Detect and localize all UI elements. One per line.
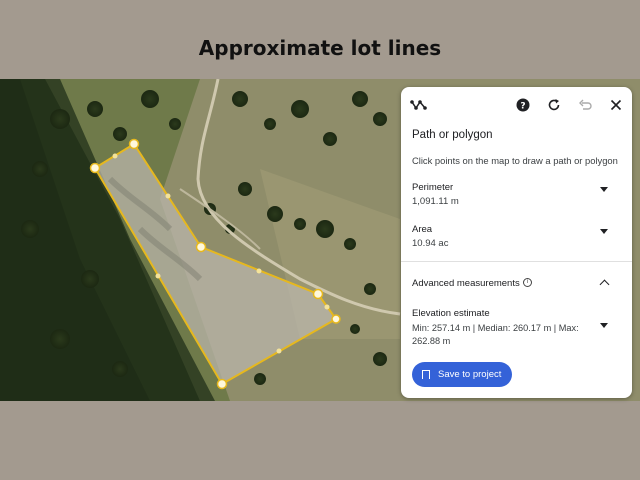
advanced-measurements-label: Advanced measurements: [412, 278, 520, 289]
perimeter-row[interactable]: Perimeter 1,091.11 m: [401, 182, 632, 212]
perimeter-value: 1,091.11 m: [412, 196, 459, 207]
path-draw-icon[interactable]: [410, 96, 428, 114]
panel-hint: Click points on the map to draw a path o…: [412, 155, 618, 166]
area-row[interactable]: Area 10.94 ac: [401, 224, 632, 254]
advanced-measurements-toggle[interactable]: Advanced measurements i: [401, 267, 632, 297]
measurement-panel: ? Path or polygon Click points on the ma…: [401, 87, 632, 398]
panel-toolbar: ?: [401, 87, 632, 123]
area-label: Area: [412, 224, 433, 235]
perimeter-dropdown-icon[interactable]: [600, 187, 608, 192]
svg-text:?: ?: [520, 102, 525, 112]
close-icon[interactable]: [607, 96, 625, 114]
chevron-up-icon[interactable]: [599, 279, 610, 290]
save-to-project-label: Save to project: [438, 369, 502, 380]
undo-icon[interactable]: [576, 96, 594, 114]
elevation-value: Min: 257.14 m | Median: 260.17 m | Max: …: [412, 323, 579, 346]
divider: [401, 261, 632, 262]
save-to-project-button[interactable]: Save to project: [412, 362, 512, 387]
area-dropdown-icon[interactable]: [600, 229, 608, 234]
elevation-row[interactable]: Elevation estimate Min: 257.14 m | Media…: [401, 305, 632, 351]
elevation-label: Elevation estimate: [412, 308, 490, 319]
help-icon[interactable]: ?: [514, 96, 532, 114]
panel-heading: Path or polygon: [412, 129, 493, 141]
elevation-dropdown-icon[interactable]: [600, 323, 608, 328]
info-icon[interactable]: i: [523, 278, 532, 287]
bookmark-icon: [422, 370, 430, 382]
refresh-icon[interactable]: [545, 96, 563, 114]
area-value: 10.94 ac: [412, 238, 449, 249]
perimeter-label: Perimeter: [412, 182, 454, 193]
page-title: Approximate lot lines: [198, 36, 442, 60]
